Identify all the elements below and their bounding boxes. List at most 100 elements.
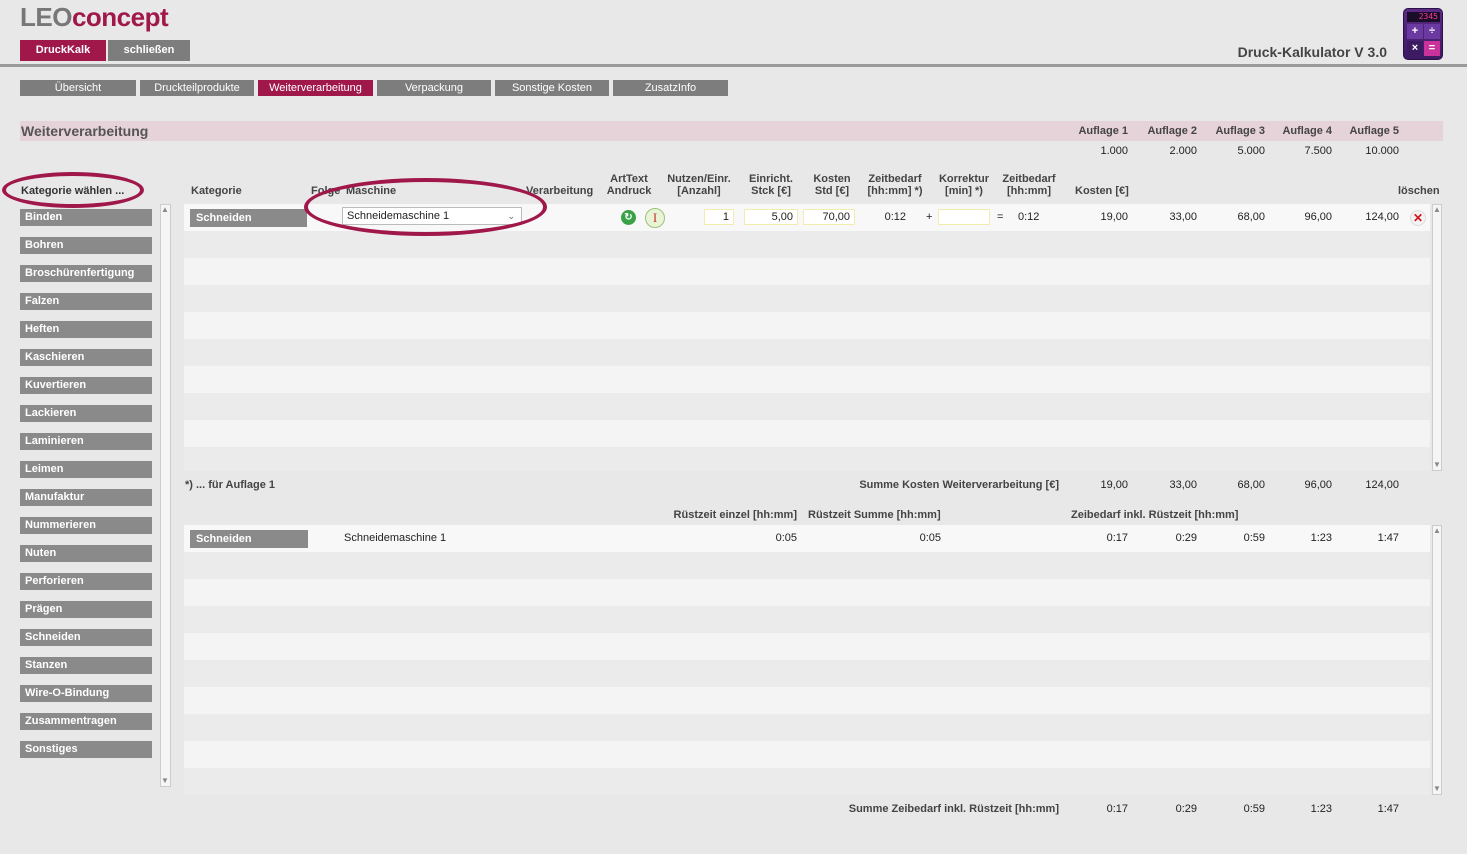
kosten-auflage-1: 19,00 [1100,211,1128,223]
tab-weiterverarbeitung[interactable]: Weiterverarbeitung [258,80,373,96]
upper-table-scrollbar[interactable] [1432,204,1442,471]
nutzen-input[interactable]: 1 [704,209,734,225]
auflage-4-label: Auflage 4 [1282,125,1332,137]
col-zeitbedarf: Zeitbedarf [hh:mm] *) [864,173,926,197]
lower-row-kategorie: Schneiden [190,530,308,548]
col-nutzen-l2: [Anzahl] [677,185,721,197]
einricht-input[interactable]: 5,00 [744,209,798,225]
equals-key-icon: = [1424,41,1440,56]
table-row-empty [184,312,1430,339]
col-ruest-einzel: Rüstzeit einzel [hh:mm] [673,509,797,521]
tab-uebersicht[interactable]: Übersicht [20,80,136,96]
sidebar-item-kaschieren[interactable]: Kaschieren [20,349,152,366]
sum-zeit-4: 1:23 [1310,803,1332,815]
sidebar-item-lackieren[interactable]: Lackieren [20,405,152,422]
sum-zeit-label: Summe Zeibedarf inkl. Rüstzeit [hh:mm] [848,803,1059,815]
lower-row-empty [184,687,1430,714]
sidebar-item-manufaktur[interactable]: Manufaktur [20,489,152,506]
upper-scroll-down-icon[interactable]: ▼ [1432,460,1442,469]
tab-zusatzinfo[interactable]: ZusatzInfo [613,80,728,96]
scroll-down-icon[interactable]: ▼ [160,776,170,785]
sidebar-item-sonstiges[interactable]: Sonstiges [20,741,152,758]
col-kosten-std-l2: Std [€] [814,185,850,197]
kosten-auflage-4: 96,00 [1304,211,1332,223]
highlight-ellipse-machine [304,178,547,236]
lower-scroll-up-icon[interactable]: ▲ [1432,526,1442,535]
lower-row-empty [184,606,1430,633]
auflage-1-qty: 1.000 [1100,145,1128,157]
sidebar-item-binden[interactable]: Binden [20,209,152,226]
col-korrektur-l1: Korrektur [938,173,990,185]
tab-sonstige-kosten[interactable]: Sonstige Kosten [495,80,609,96]
sidebar-item-nummerieren[interactable]: Nummerieren [20,517,152,534]
zeitbedarf-value: 0:12 [884,211,906,223]
sum-zeit-2: 0:29 [1175,803,1197,815]
col-kosten: Kosten [€] [1075,185,1129,197]
sidebar-item-leimen[interactable]: Leimen [20,461,152,478]
sum-zeit-3: 0:59 [1243,803,1265,815]
sidebar-item-perforieren[interactable]: Perforieren [20,573,152,590]
row-kategorie: Schneiden [190,209,307,227]
sidebar-item-stanzen[interactable]: Stanzen [20,657,152,674]
table-row-empty [184,285,1430,312]
col-kosten-std: Kosten Std [€] [806,173,858,197]
delete-icon[interactable]: ✕ [1410,210,1426,226]
sidebar-item-falzen[interactable]: Falzen [20,293,152,310]
calculator-display: 2345 [1407,12,1440,22]
druckkalk-button[interactable]: DruckKalk [20,40,106,61]
lower-row-maschine: Schneidemaschine 1 [344,532,447,544]
tab-verpackung[interactable]: Verpackung [377,80,491,96]
highlight-ellipse-category [2,172,144,208]
sidebar-item-wire-o-bindung[interactable]: Wire-O-Bindung [20,685,152,702]
col-zeit-inkl: Zeibedarf inkl. Rüstzeit [hh:mm] [1071,509,1239,521]
sidebar-item-broschuerenfertigung[interactable]: Broschürenfertigung [20,265,152,282]
kosten-std-input[interactable]: 70,00 [803,209,855,225]
zeitbedarf2-value: 0:12 [1018,211,1040,223]
lower-zeit-2: 0:29 [1175,532,1197,544]
sidebar-item-zusammentragen[interactable]: Zusammentragen [20,713,152,730]
col-zeitbedarf-l1: Zeitbedarf [868,173,922,185]
sidebar-item-laminieren[interactable]: Laminieren [20,433,152,450]
lower-scroll-down-icon[interactable]: ▼ [1432,784,1442,793]
refresh-icon[interactable]: ↻ [621,210,636,225]
upper-scroll-up-icon[interactable]: ▲ [1432,205,1442,214]
auflage-3-label: Auflage 3 [1215,125,1265,137]
sidebar-item-kuvertieren[interactable]: Kuvertieren [20,377,152,394]
col-arttext-l2: Andruck [606,185,652,197]
section-title: Weiterverarbeitung [21,123,149,139]
lower-row-empty [184,768,1430,795]
sidebar-item-nuten[interactable]: Nuten [20,545,152,562]
text-cursor-icon[interactable]: I [645,208,665,228]
kosten-auflage-5: 124,00 [1365,211,1399,223]
col-kategorie: Kategorie [191,185,242,197]
auflage-5-label: Auflage 5 [1349,125,1399,137]
table-row-empty [184,420,1430,447]
sidebar-item-bohren[interactable]: Bohren [20,237,152,254]
col-arttext-l1: ArtText [610,173,648,185]
korrektur-input[interactable] [938,209,990,225]
lower-zeit-3: 0:59 [1243,532,1265,544]
sidebar-item-praegen[interactable]: Prägen [20,601,152,618]
calculator-icon[interactable]: 2345 + ÷ × = [1403,8,1443,60]
tab-druckteilprodukte[interactable]: Druckteilprodukte [140,80,254,96]
sidebar-item-heften[interactable]: Heften [20,321,152,338]
table-row-empty [184,393,1430,420]
lower-row-empty [184,579,1430,606]
auflage-4-qty: 7.500 [1304,145,1332,157]
auflage-5-qty: 10.000 [1365,145,1399,157]
close-button[interactable]: schließen [108,40,190,61]
sum-kosten-4: 96,00 [1304,479,1332,491]
scroll-up-icon[interactable]: ▲ [160,205,170,214]
col-einricht-l2: Stck [€] [751,185,791,197]
app-logo: LEOconcept [20,2,169,33]
table-row-empty [184,339,1430,366]
sum-zeit-5: 1:47 [1377,803,1399,815]
auflage-1-label: Auflage 1 [1078,125,1128,137]
sidebar-item-schneiden[interactable]: Schneiden [20,629,152,646]
col-zeitbedarf2: Zeitbedarf [hh:mm] [1000,173,1058,197]
sidebar-scrollbar[interactable] [160,204,171,787]
col-einricht-l1: Einricht. [748,173,793,185]
col-zeitbedarf-l2: [hh:mm] *) [867,185,923,197]
col-korrektur: Korrektur [min] *) [936,173,992,197]
lower-table-scrollbar[interactable] [1432,525,1442,795]
